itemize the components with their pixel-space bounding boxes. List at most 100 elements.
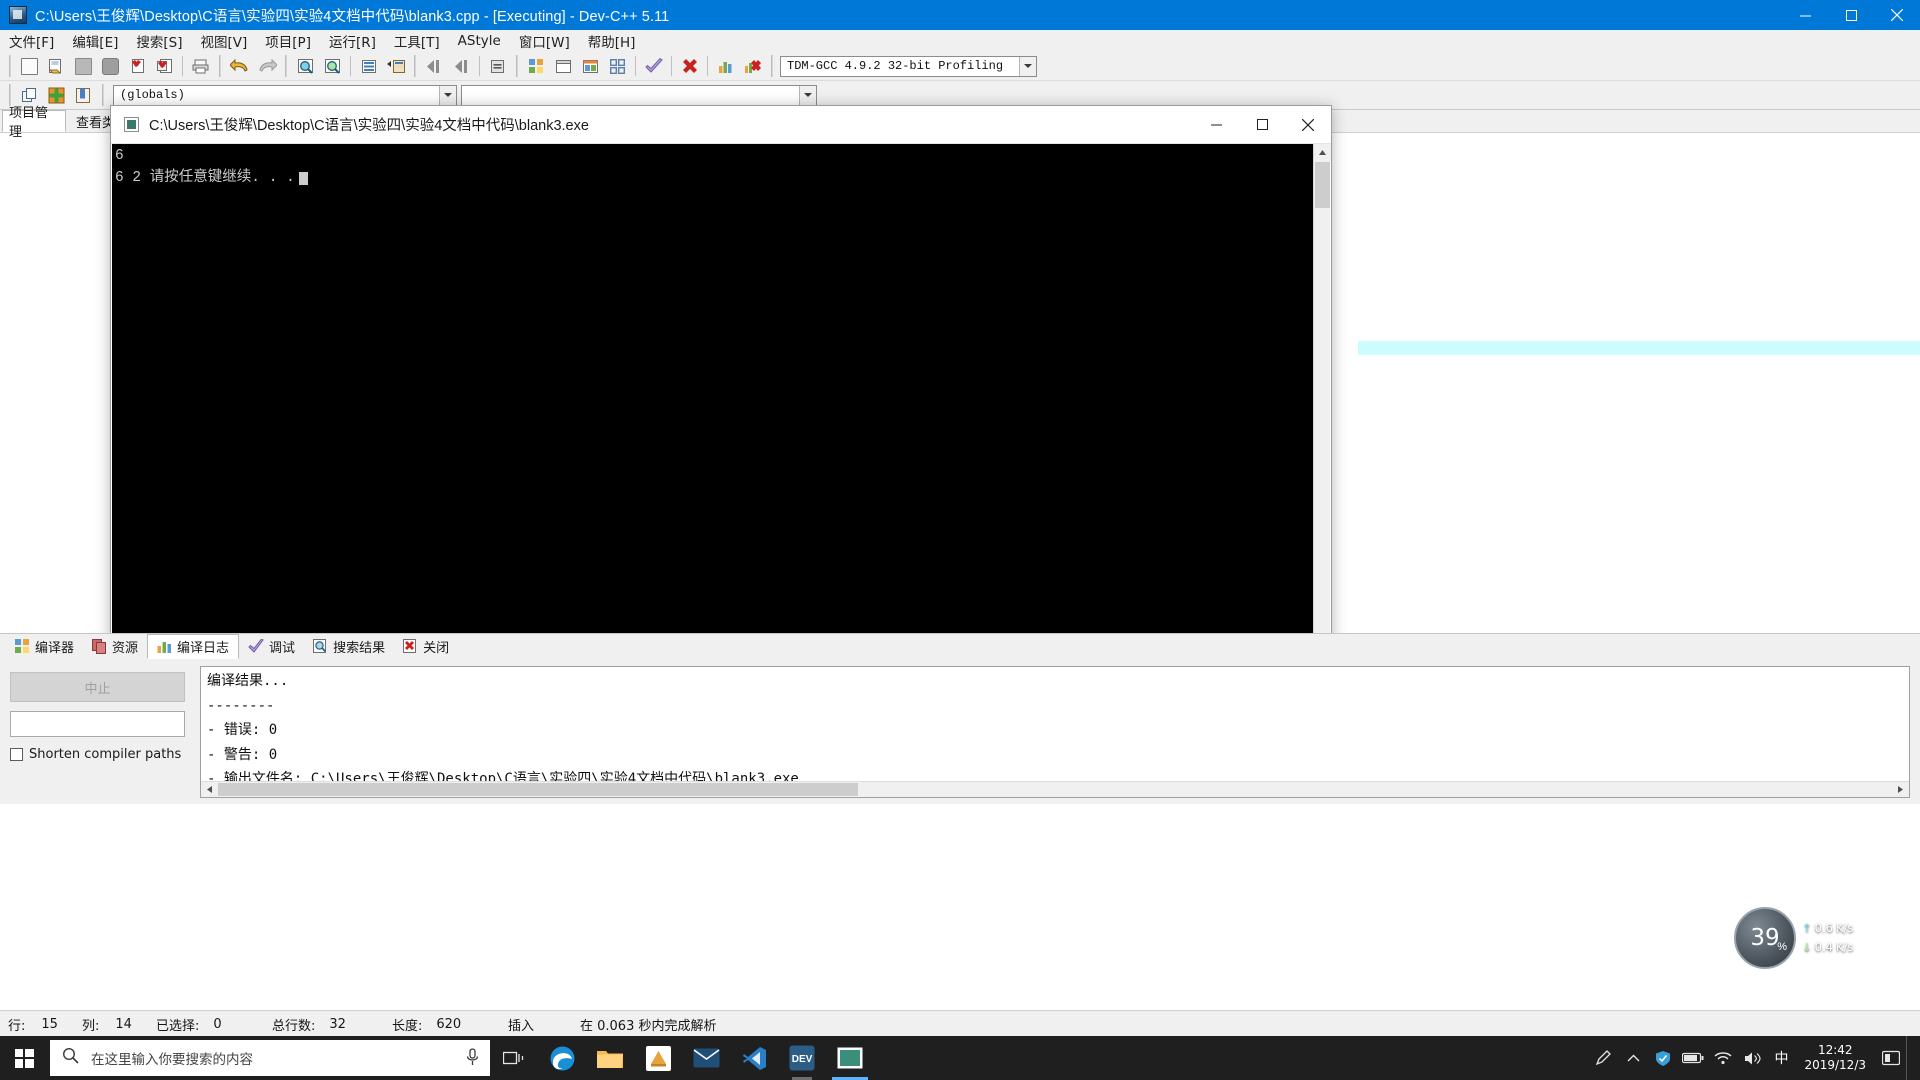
shorten-paths-row[interactable]: Shorten compiler paths — [10, 747, 181, 762]
goto-bookmark-icon[interactable] — [71, 83, 96, 108]
goto-line-icon[interactable] — [356, 54, 381, 79]
stop-execution-icon[interactable] — [677, 54, 702, 79]
symbol-select[interactable] — [461, 84, 817, 106]
ime-indicator[interactable]: 中 — [1768, 1036, 1794, 1080]
notification-icon[interactable] — [1876, 1036, 1906, 1080]
goto-function-icon[interactable] — [383, 54, 408, 79]
scope-select[interactable]: (globals) — [113, 84, 457, 106]
start-button[interactable] — [0, 1036, 48, 1080]
chevron-down-icon[interactable] — [1019, 56, 1036, 76]
app-title-bar: C:\Users\王俊辉\Desktop\C语言\实验四\实验4文档中代码\bl… — [0, 0, 1920, 30]
menu-project[interactable]: 项目[P] — [256, 29, 320, 53]
devcpp-icon[interactable]: DEV — [778, 1036, 826, 1080]
console-maximize-button[interactable] — [1239, 106, 1285, 144]
show-desktop-button[interactable] — [1906, 1036, 1914, 1080]
debug-check-icon — [248, 639, 264, 653]
menu-run[interactable]: 运行[R] — [320, 29, 385, 53]
close-button[interactable] — [1874, 0, 1920, 30]
task-view-icon[interactable] — [490, 1036, 538, 1080]
mail-icon[interactable] — [682, 1036, 730, 1080]
menu-view[interactable]: 视图[V] — [192, 29, 257, 53]
chevron-up-icon[interactable] — [1618, 1036, 1648, 1080]
status-total-value: 32 — [329, 1016, 346, 1032]
abort-button[interactable]: 中止 — [10, 672, 185, 702]
undo-icon[interactable] — [227, 54, 252, 79]
volume-icon[interactable] — [1738, 1036, 1768, 1080]
tab-resource-label: 资源 — [112, 641, 139, 656]
sidebar-tab-project[interactable]: 项目管理 — [2, 106, 66, 140]
menu-help[interactable]: 帮助[H] — [579, 29, 645, 53]
cpu-usage-dial[interactable]: 39 % — [1734, 907, 1796, 969]
minimize-button[interactable] — [1782, 0, 1828, 30]
tab-resource[interactable]: 资源 — [83, 634, 147, 659]
file-explorer-icon[interactable] — [586, 1036, 634, 1080]
run-icon[interactable] — [551, 54, 576, 79]
back-icon[interactable] — [422, 54, 447, 79]
search-input-placeholder[interactable]: 在这里输入你要搜索的内容 — [91, 1048, 253, 1068]
vscode-icon[interactable] — [730, 1036, 778, 1080]
tab-search-results[interactable]: 搜索结果 — [304, 634, 394, 659]
forward-icon[interactable] — [449, 54, 474, 79]
download-rate-unit: K/s — [1835, 940, 1854, 954]
chevron-down-icon-3[interactable] — [799, 85, 816, 105]
rebuild-all-icon[interactable] — [605, 54, 630, 79]
console-scroll-thumb[interactable] — [1315, 162, 1330, 208]
open-file-icon[interactable] — [44, 54, 69, 79]
menu-window[interactable]: 窗口[W] — [510, 29, 579, 53]
windows-taskbar: 在这里输入你要搜索的内容 DEV 中 12:42 2019/12/3 — [0, 1036, 1920, 1080]
wifi-icon[interactable] — [1708, 1036, 1738, 1080]
maximize-button[interactable] — [1828, 0, 1874, 30]
new-file-icon[interactable] — [17, 54, 42, 79]
menu-file[interactable]: 文件[F] — [0, 29, 63, 53]
chevron-down-icon-2[interactable] — [439, 85, 456, 105]
log-scroll-thumb[interactable] — [218, 783, 858, 796]
taskbar-clock[interactable]: 12:42 2019/12/3 — [1794, 1043, 1876, 1073]
compile-icon[interactable] — [524, 54, 549, 79]
tab-close-panel[interactable]: 关闭 — [394, 634, 458, 659]
scroll-right-icon[interactable] — [1892, 782, 1909, 797]
print-icon[interactable] — [188, 54, 213, 79]
shield-icon[interactable] — [1648, 1036, 1678, 1080]
tab-compile-log-label: 编译日志 — [177, 641, 230, 656]
redo-icon[interactable] — [254, 54, 279, 79]
close-all-icon[interactable] — [152, 54, 177, 79]
toggle-panel-icon[interactable] — [485, 54, 510, 79]
tab-debug[interactable]: 调试 — [239, 634, 304, 659]
scroll-up-icon[interactable] — [1314, 144, 1331, 161]
toolbar-separator-5 — [671, 56, 672, 76]
compile-log-output[interactable]: 编译结果... -------- - 错误: 0 - 警告: 0 - 输出文件名… — [200, 666, 1910, 798]
menu-edit[interactable]: 编辑[E] — [63, 29, 127, 53]
network-speed-widget[interactable]: 39 % ↑ 0.6 K/s ↓ 0.4 K/s — [1734, 906, 1906, 970]
pen-icon[interactable] — [1588, 1036, 1618, 1080]
log-horizontal-scrollbar[interactable] — [201, 781, 1909, 797]
menu-astyle[interactable]: AStyle — [449, 31, 510, 51]
microphone-icon[interactable] — [465, 1048, 480, 1072]
find-icon[interactable] — [293, 54, 318, 79]
scroll-left-icon[interactable] — [201, 782, 218, 797]
delete-profile-icon[interactable] — [740, 54, 765, 79]
tab-compiler[interactable]: 编译器 — [6, 634, 83, 659]
save-icon[interactable] — [71, 54, 96, 79]
clock-date: 2019/12/3 — [1804, 1058, 1866, 1072]
battery-icon[interactable] — [1678, 1036, 1708, 1080]
system-tray: 中 12:42 2019/12/3 — [1588, 1036, 1920, 1080]
store-icon[interactable] — [634, 1036, 682, 1080]
console-close-button[interactable] — [1285, 106, 1331, 144]
menu-tools[interactable]: 工具[T] — [385, 29, 449, 53]
save-all-icon[interactable] — [98, 54, 123, 79]
resource-icon — [92, 639, 107, 654]
taskbar-search[interactable]: 在这里输入你要搜索的内容 — [50, 1040, 490, 1076]
console-window-icon[interactable] — [826, 1036, 874, 1080]
syntax-check-icon[interactable] — [641, 54, 666, 79]
menu-search[interactable]: 搜索[S] — [127, 29, 191, 53]
profile-icon[interactable] — [713, 54, 738, 79]
tab-compile-log[interactable]: 编译日志 — [147, 634, 240, 659]
console-minimize-button[interactable] — [1193, 106, 1239, 144]
shorten-paths-checkbox[interactable] — [10, 748, 23, 761]
compiler-select[interactable]: TDM-GCC 4.9.2 32-bit Profiling — [780, 55, 1037, 77]
compile-run-icon[interactable] — [578, 54, 603, 79]
replace-icon[interactable] — [320, 54, 345, 79]
edge-icon[interactable] — [538, 1036, 586, 1080]
tab-compiler-label: 编译器 — [35, 641, 75, 656]
close-file-icon[interactable] — [125, 54, 150, 79]
